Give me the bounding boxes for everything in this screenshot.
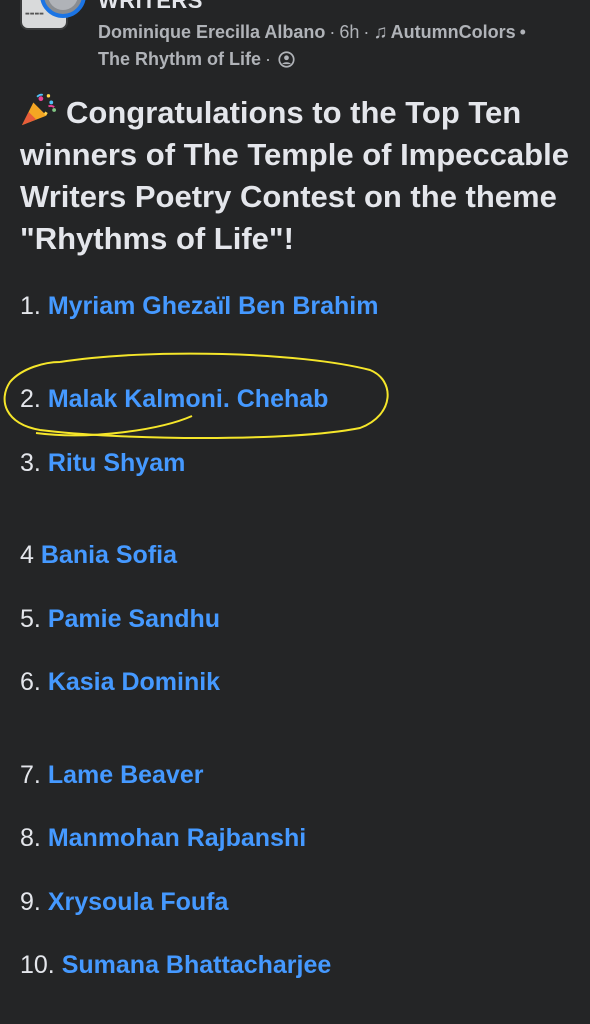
rank-number: 5. (20, 605, 41, 633)
rank-number: 2. (20, 385, 41, 413)
rank-number: 6. (20, 668, 41, 696)
winner-name-link[interactable]: Ritu Shyam (48, 449, 186, 477)
music-note-icon: ♫ (373, 22, 388, 43)
party-popper-icon (22, 93, 56, 126)
post-meta-line: Dominique Erecilla Albano · 6h · ♫ AutumnColo… (98, 22, 530, 44)
rank-number: 7. (20, 761, 41, 789)
winner-name-link[interactable]: Sumana Bhattacharjee (62, 951, 332, 979)
winner-name-link[interactable]: Pamie Sandhu (48, 605, 220, 633)
separator-dot: · (265, 49, 271, 69)
winner-name-link[interactable]: Lame Beaver (48, 761, 204, 789)
list-item: 4 Bania Sofia (20, 541, 177, 570)
winner-name-link[interactable]: Manmohan Rajbanshi (48, 824, 306, 852)
song-title[interactable]: The Rhythm of Life (98, 49, 261, 69)
separator-dot: · (363, 22, 370, 42)
separator-dot: · (329, 22, 336, 42)
winner-name-link[interactable]: Bania Sofia (41, 541, 177, 569)
winner-name-link[interactable]: Xrysoula Foufa (48, 888, 229, 916)
post-time[interactable]: 6h (339, 22, 359, 42)
separator-dot: • (519, 22, 526, 42)
list-item: 3. Ritu Shyam (20, 449, 185, 478)
list-item: 8. Manmohan Rajbanshi (20, 824, 306, 853)
rank-number: 3. (20, 449, 41, 477)
post-headline: Congratulations to the Top Ten winners o… (20, 92, 572, 260)
winner-name-link[interactable]: Kasia Dominik (48, 668, 220, 696)
list-item: 6. Kasia Dominik (20, 668, 220, 697)
audience-globe-icon[interactable] (278, 51, 295, 68)
author-avatar-photo (48, 0, 78, 10)
music-label[interactable]: AutumnColors (391, 22, 516, 42)
list-item: 1. Myriam Ghezaïl Ben Brahim (20, 292, 378, 321)
group-avatar-tag: ▬▬▬▬ (25, 11, 44, 17)
list-item: 7. Lame Beaver (20, 761, 203, 790)
highlight-tail-stroke (35, 415, 193, 437)
group-name[interactable]: WRITERS (98, 0, 203, 14)
winner-name-link[interactable]: Myriam Ghezaïl Ben Brahim (48, 292, 379, 320)
list-item: 9. Xrysoula Foufa (20, 888, 228, 917)
headline-text: Congratulations to the Top Ten winners o… (20, 95, 569, 256)
list-item: 10. Sumana Bhattacharjee (20, 951, 331, 980)
rank-number: 8. (20, 824, 41, 852)
post-view: ▬▬▬▬ WRITERS Dominique Erecilla Albano · 6… (0, 0, 590, 1024)
list-item: 5. Pamie Sandhu (20, 605, 220, 634)
author-name[interactable]: Dominique Erecilla Albano (98, 22, 325, 42)
rank-number: 9. (20, 888, 41, 916)
winner-name-link[interactable]: Malak Kalmoni. Chehab (48, 385, 329, 413)
list-item: 2. Malak Kalmoni. Chehab (20, 385, 328, 414)
rank-number: 10. (20, 951, 55, 979)
rank-number: 1. (20, 292, 41, 320)
post-avatars[interactable]: ▬▬▬▬ (20, 0, 86, 30)
song-line: The Rhythm of Life · (98, 49, 295, 70)
rank-number: 4 (20, 541, 34, 569)
